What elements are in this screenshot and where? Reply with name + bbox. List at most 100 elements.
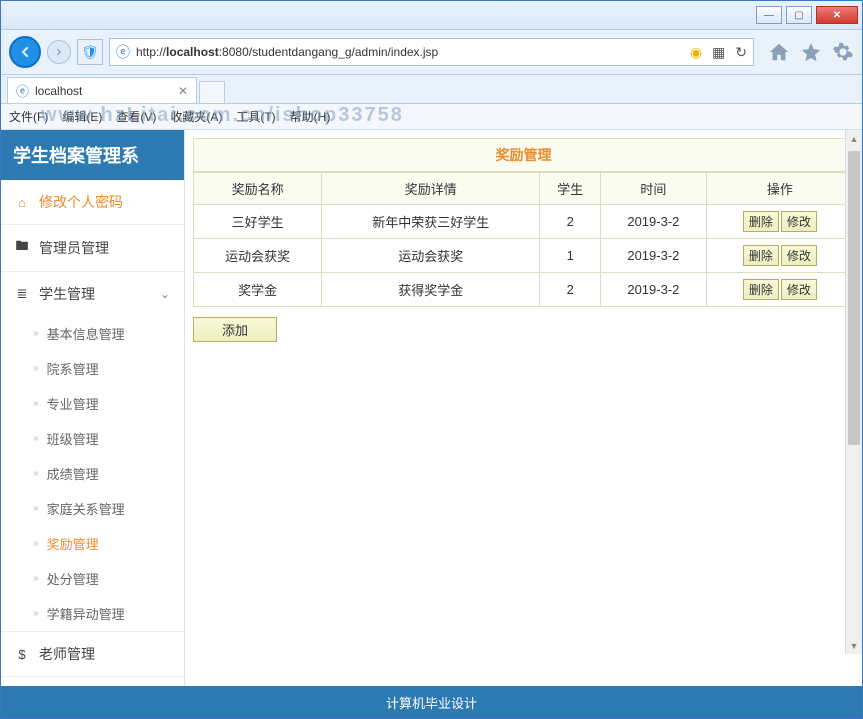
sidebar-item-0[interactable]: ⌂ 修改个人密码 xyxy=(1,180,184,224)
submenu-item-label: 班级管理 xyxy=(47,429,99,448)
submenu-item-label: 专业管理 xyxy=(47,394,99,413)
submenu-item-4[interactable]: » 成绩管理 xyxy=(1,456,184,491)
list-icon: ≣ xyxy=(15,286,29,302)
menu-view[interactable]: 查看(V) xyxy=(116,108,156,125)
cell-student: 2 xyxy=(540,273,601,307)
submenu-item-8[interactable]: » 学籍异动管理 xyxy=(1,596,184,631)
submenu-item-label: 院系管理 xyxy=(47,359,99,378)
cell-ops: 删除修改 xyxy=(706,205,853,239)
submenu-item-1[interactable]: » 院系管理 xyxy=(1,351,184,386)
ie-icon: ⓔ xyxy=(16,81,29,100)
chevron-right-icon: » xyxy=(33,503,39,514)
edit-button[interactable]: 修改 xyxy=(781,245,817,266)
cell-detail: 运动会获奖 xyxy=(322,239,540,273)
submenu-item-2[interactable]: »专业管理 xyxy=(1,386,184,421)
menu-help[interactable]: 帮助(H) xyxy=(290,108,331,125)
menu-favorites[interactable]: 收藏夹(A) xyxy=(170,108,222,125)
sidebar-item-label: 修改个人密码 xyxy=(39,192,123,212)
tab-localhost[interactable]: ⓔ localhost ✕ xyxy=(7,77,197,103)
footer-bar: 计算机毕业设计 xyxy=(1,686,862,718)
back-button[interactable] xyxy=(9,36,41,68)
sidebar: 学生档案管理系 ⌂修改个人密码🖿管理员管理≣学生管理⌄»基本信息管理»院系管理»… xyxy=(1,130,185,686)
sidebar-item-label: 管理员管理 xyxy=(39,238,109,258)
scroll-up-icon[interactable]: ▲ xyxy=(846,130,862,147)
delete-button[interactable]: 删除 xyxy=(743,245,779,266)
cell-date: 2019-3-2 xyxy=(601,239,707,273)
reward-table: 奖励名称奖励详情学生时间操作 三好学生新年中荣获三好学生22019-3-2删除修… xyxy=(193,172,854,307)
chevron-right-icon: » xyxy=(33,468,39,479)
vertical-scrollbar[interactable]: ▲ ▼ xyxy=(845,130,862,654)
cell-detail: 新年中荣获三好学生 xyxy=(322,205,540,239)
edit-button[interactable]: 修改 xyxy=(781,211,817,232)
submenu-item-label: 成绩管理 xyxy=(47,464,99,483)
cell-name: 三好学生 xyxy=(194,205,322,239)
submenu-item-label: 处分管理 xyxy=(47,569,99,588)
new-tab-button[interactable] xyxy=(199,81,225,103)
table-row: 三好学生新年中荣获三好学生22019-3-2删除修改 xyxy=(194,205,854,239)
maximize-button[interactable]: ▢ xyxy=(786,6,812,24)
settings-icon[interactable] xyxy=(832,41,854,63)
cell-name: 运动会获奖 xyxy=(194,239,322,273)
sidebar-item-2[interactable]: ≣ 学生管理 ⌄ xyxy=(1,272,184,316)
home-icon[interactable] xyxy=(768,41,790,63)
scroll-down-icon[interactable]: ▼ xyxy=(846,637,862,654)
cell-date: 2019-3-2 xyxy=(601,205,707,239)
edit-button[interactable]: 修改 xyxy=(781,279,817,300)
address-bar[interactable]: ⓔ http://localhost:8080/studentdangang_g… xyxy=(109,38,754,66)
table-row: 运动会获奖运动会获奖12019-3-2删除修改 xyxy=(194,239,854,273)
refresh-icon[interactable]: ↻ xyxy=(735,44,747,61)
submenu-item-7[interactable]: » 处分管理 xyxy=(1,561,184,596)
menu-bar: 文件(F) 编辑(E) 查看(V) 收藏夹(A) 工具(T) 帮助(H) www… xyxy=(1,104,862,130)
sidebar-item-1[interactable]: 🖿 管理员管理 xyxy=(1,225,184,271)
cell-detail: 获得奖学金 xyxy=(322,273,540,307)
cell-ops: 删除修改 xyxy=(706,239,853,273)
submenu-item-0[interactable]: »基本信息管理 xyxy=(1,316,184,351)
scroll-thumb[interactable] xyxy=(848,151,860,445)
sidebar-item-label: 学生管理 xyxy=(39,284,95,304)
submenu-item-5[interactable]: » 家庭关系管理 xyxy=(1,491,184,526)
main-panel: 奖励管理 奖励名称奖励详情学生时间操作 三好学生新年中荣获三好学生22019-3… xyxy=(185,130,862,686)
panel-title: 奖励管理 xyxy=(193,138,854,172)
submenu-item-label: 学籍异动管理 xyxy=(47,604,125,623)
submenu-item-label: 基本信息管理 xyxy=(47,324,125,343)
table-row: 奖学金获得奖学金22019-3-2删除修改 xyxy=(194,273,854,307)
minimize-button[interactable]: — xyxy=(756,6,782,24)
submenu-item-6[interactable]: » 奖励管理 xyxy=(1,526,184,561)
column-header-0: 奖励名称 xyxy=(194,173,322,205)
menu-tools[interactable]: 工具(T) xyxy=(236,108,275,125)
tab-title: localhost xyxy=(35,84,82,98)
column-header-4: 操作 xyxy=(706,173,853,205)
cell-ops: 删除修改 xyxy=(706,273,853,307)
chevron-right-icon: » xyxy=(33,363,39,374)
menu-edit[interactable]: 编辑(E) xyxy=(62,108,102,125)
submenu-item-label: 家庭关系管理 xyxy=(47,499,125,518)
column-header-1: 奖励详情 xyxy=(322,173,540,205)
shield-icon[interactable]: 🛡 xyxy=(77,39,103,65)
compat-icon[interactable]: ◉ xyxy=(690,44,702,61)
sidebar-item-label: 老师管理 xyxy=(39,644,95,664)
sidebar-item-3[interactable]: $老师管理 xyxy=(1,632,184,676)
stop-icon[interactable]: ▦ xyxy=(712,44,725,61)
chevron-right-icon: » xyxy=(33,538,39,549)
menu-file[interactable]: 文件(F) xyxy=(9,108,48,125)
address-text: http://localhost:8080/studentdangang_g/a… xyxy=(136,45,684,59)
submenu-item-label: 奖励管理 xyxy=(47,534,99,553)
delete-button[interactable]: 删除 xyxy=(743,279,779,300)
chevron-right-icon: » xyxy=(33,573,39,584)
tab-close-icon[interactable]: ✕ xyxy=(178,84,188,98)
delete-button[interactable]: 删除 xyxy=(743,211,779,232)
brand-title: 学生档案管理系 xyxy=(1,130,184,180)
close-button[interactable]: ✕ xyxy=(816,6,858,24)
briefcase-icon: 🖿 xyxy=(15,237,29,259)
forward-button[interactable] xyxy=(47,40,71,64)
ie-icon: ⓔ xyxy=(116,42,130,62)
favorites-icon[interactable] xyxy=(800,41,822,63)
home-icon: ⌂ xyxy=(15,195,29,210)
add-button[interactable]: 添加 xyxy=(193,317,277,342)
window-titlebar: — ▢ ✕ xyxy=(1,1,862,30)
submenu-item-3[interactable]: » 班级管理 xyxy=(1,421,184,456)
chevron-right-icon: » xyxy=(33,608,39,619)
chevron-right-icon: » xyxy=(33,433,39,444)
chevron-down-icon: ⌄ xyxy=(160,287,170,301)
browser-toolbar: 🛡 ⓔ http://localhost:8080/studentdangang… xyxy=(1,30,862,75)
